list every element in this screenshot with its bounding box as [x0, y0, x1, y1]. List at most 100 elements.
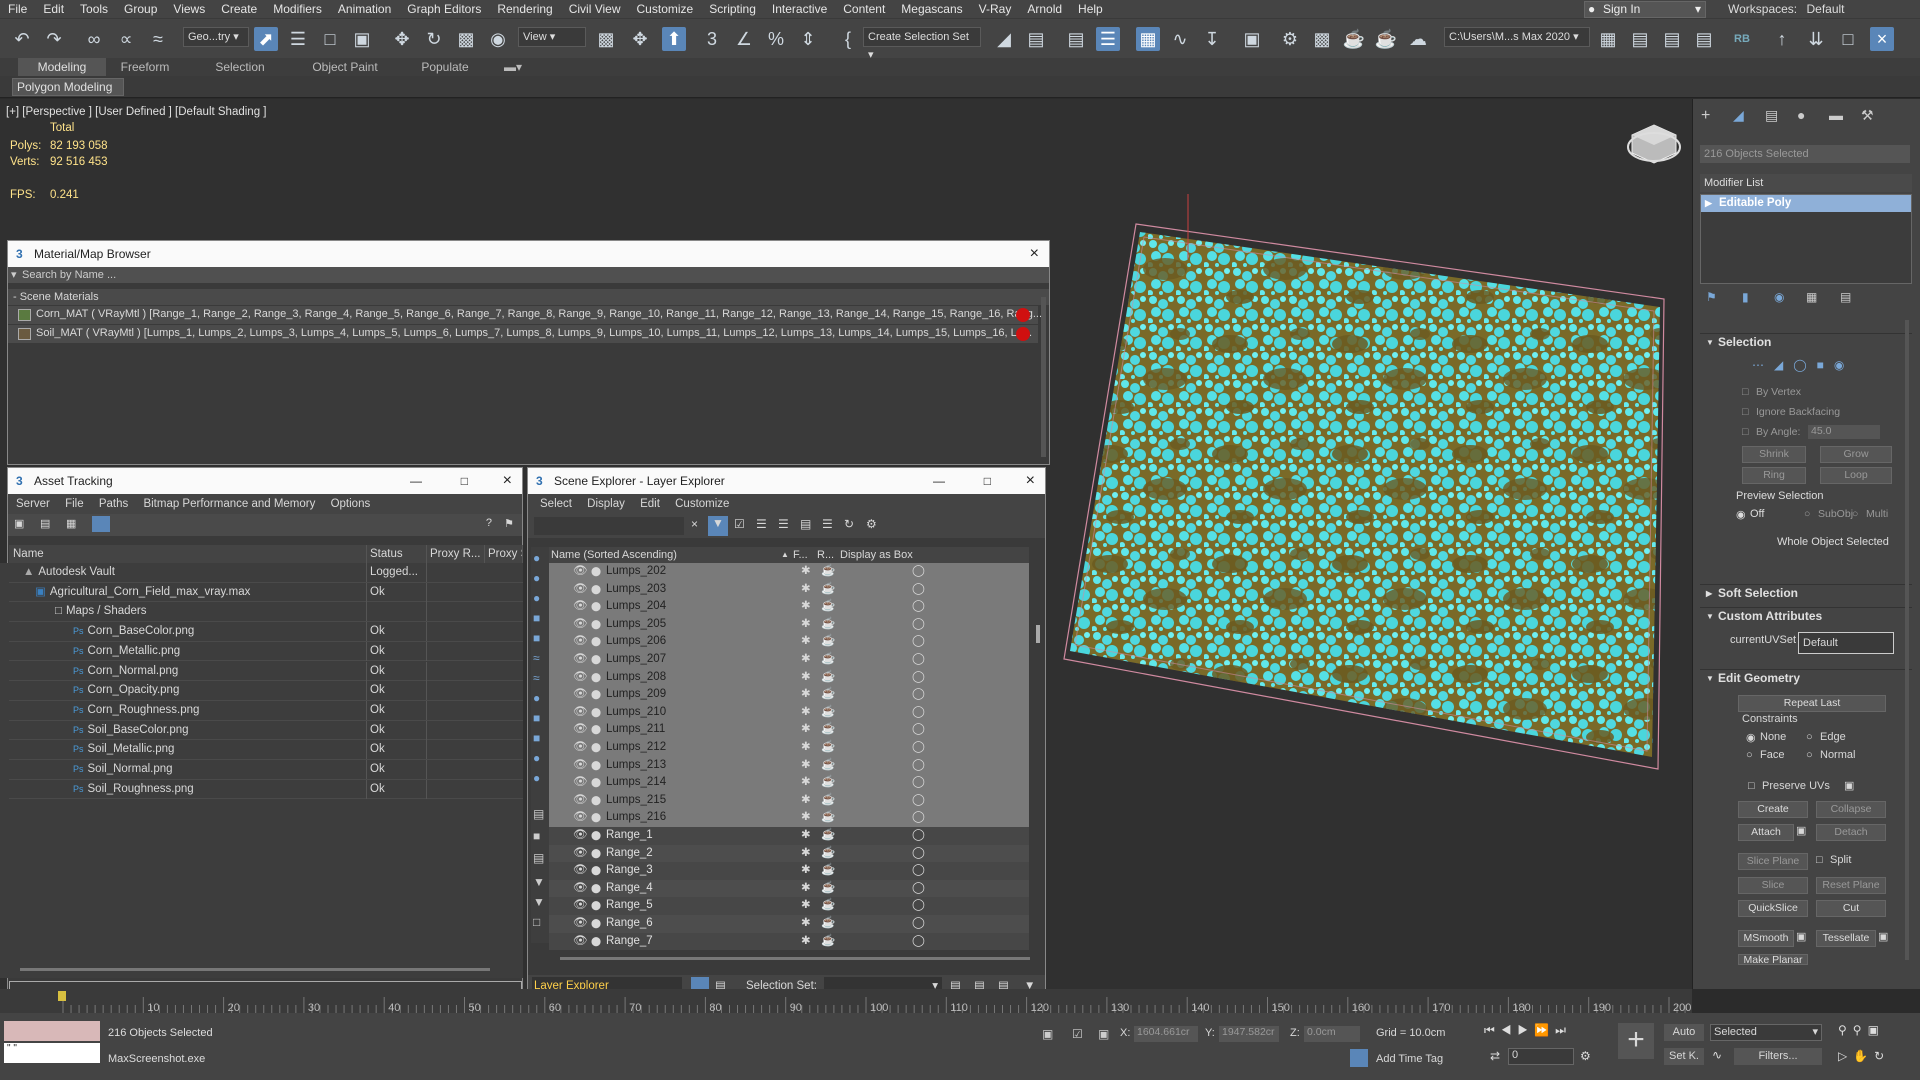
move-icon[interactable]: ✥ — [390, 27, 414, 51]
renderable-icon[interactable]: ☕ — [821, 704, 835, 722]
minimize-icon[interactable]: — — [410, 468, 422, 494]
redo-icon[interactable]: ↷ — [42, 27, 66, 51]
placement-icon[interactable]: ◉ — [486, 27, 510, 51]
shrink-button[interactable]: Shrink — [1742, 446, 1806, 463]
attach-button[interactable]: Attach — [1738, 824, 1794, 841]
key-tangent-icon[interactable]: ∿ — [1712, 1048, 1722, 1062]
freeze-icon[interactable]: ✱ — [801, 897, 811, 915]
display-as-box-icon[interactable]: ◯ — [912, 880, 925, 898]
configure-modifier-sets-icon[interactable]: ▤ — [1840, 290, 1851, 304]
visibility-eye-icon[interactable]: 👁 — [573, 686, 588, 704]
display-as-box-icon[interactable]: ◯ — [912, 581, 925, 599]
freeze-icon[interactable]: ✱ — [801, 739, 811, 757]
select-manipulate-icon[interactable]: ✥ — [628, 27, 652, 51]
display-geometry-icon[interactable]: ● — [533, 571, 540, 585]
layers-icon[interactable]: ☰ — [778, 517, 789, 531]
visibility-eye-icon[interactable]: 👁 — [573, 827, 588, 845]
rollout-soft-selection[interactable]: ▶ Soft Selection — [1700, 584, 1912, 601]
menu-server[interactable]: Server — [16, 498, 50, 510]
menu-paths[interactable]: Paths — [99, 498, 128, 510]
scene-object-row[interactable]: 👁 ⬤ Range_1 ✱ ☕ ◯ — [549, 827, 1029, 845]
freeze-icon[interactable]: ✱ — [801, 774, 811, 792]
select-all-icon[interactable]: □ — [533, 915, 540, 929]
sync-icon[interactable]: ↻ — [844, 517, 854, 531]
renderable-icon[interactable]: ☕ — [821, 633, 835, 651]
modifier-editable-poly[interactable]: ▶ Editable Poly — [1701, 195, 1911, 212]
close-icon[interactable]: × — [1026, 468, 1035, 494]
visibility-eye-icon[interactable]: 👁 — [573, 809, 588, 827]
by-vertex-checkbox[interactable]: □ By Vertex — [1742, 386, 1801, 398]
schematic-view-icon[interactable]: ↧ — [1200, 27, 1224, 51]
preview-off-radio[interactable]: ◉ Off — [1736, 508, 1764, 521]
viewport-label[interactable]: [+] [Perspective ] [User Defined ] [Defa… — [6, 106, 266, 118]
reference-coordinate-dropdown[interactable]: View ▾ — [518, 27, 586, 47]
display-as-box-icon[interactable]: ◯ — [912, 827, 925, 845]
current-frame-field[interactable]: 0 — [1508, 1048, 1574, 1065]
create-project-icon[interactable]: ▤ — [1692, 27, 1716, 51]
tessellate-settings-icon[interactable]: ▣ — [1878, 930, 1888, 943]
menu-scripting[interactable]: Scripting — [701, 2, 764, 16]
rollout-custom-attributes[interactable]: ▼ Custom Attributes — [1700, 607, 1912, 624]
window-crossing-icon[interactable]: ▣ — [350, 27, 374, 51]
table-row[interactable]: Ps Corn_Metallic.png Ok — [9, 641, 523, 662]
column-display-as-box[interactable]: Display as Box — [840, 547, 913, 563]
freeze-icon[interactable]: ✱ — [801, 598, 811, 616]
pin-icon[interactable]: ⚑ — [504, 517, 514, 530]
x-coordinate-field[interactable]: 1604.661cr — [1134, 1026, 1198, 1042]
render-cloud-icon[interactable]: ☁ — [1406, 27, 1430, 51]
freeze-icon[interactable]: ✱ — [801, 669, 811, 687]
constraint-normal-radio[interactable]: ○ Normal — [1806, 749, 1855, 761]
constraint-none-radio[interactable]: ◉ None — [1746, 731, 1786, 744]
rollout-selection[interactable]: ▼ Selection — [1700, 333, 1912, 350]
scrollbar[interactable] — [1041, 297, 1046, 457]
freeze-icon[interactable]: ✱ — [801, 633, 811, 651]
freeze-icon[interactable]: ✱ — [801, 757, 811, 775]
menu-file[interactable]: File — [0, 2, 35, 16]
key-mode-icon[interactable]: ⇄ — [1490, 1049, 1500, 1063]
display-as-box-icon[interactable]: ◯ — [912, 845, 925, 863]
auto-key-button[interactable]: Auto — [1664, 1024, 1704, 1041]
menu-vray[interactable]: V-Ray — [971, 2, 1020, 16]
menu-customize[interactable]: Customize — [675, 498, 729, 510]
undo-icon[interactable]: ↶ — [10, 27, 34, 51]
renderable-icon[interactable]: ☕ — [821, 809, 835, 827]
rectangular-selection-icon[interactable]: □ — [318, 27, 342, 51]
visibility-eye-icon[interactable]: 👁 — [573, 774, 588, 792]
scene-object-row[interactable]: 👁 ⬤ Range_7 ✱ ☕ ◯ — [549, 932, 1029, 951]
renderable-icon[interactable]: ☕ — [821, 757, 835, 775]
set-key-mode-button[interactable]: Set K. — [1664, 1048, 1704, 1065]
visibility-eye-icon[interactable]: 👁 — [573, 616, 588, 634]
menu-rendering[interactable]: Rendering — [489, 2, 560, 16]
visibility-eye-icon[interactable]: 👁 — [573, 581, 588, 599]
freeze-icon[interactable]: ✱ — [801, 862, 811, 880]
renderable-icon[interactable]: ☕ — [821, 862, 835, 880]
renderable-icon[interactable]: ☕ — [821, 774, 835, 792]
timeline[interactable]: 10 20 30 40 50 60 70 80 90 100 110 120 130 140 150 160 1… — [0, 989, 1692, 1013]
visibility-eye-icon[interactable]: 👁 — [573, 598, 588, 616]
freeze-icon[interactable]: ✱ — [801, 880, 811, 898]
renderable-icon[interactable]: ☕ — [821, 845, 835, 863]
display-lights-icon[interactable]: ■ — [533, 611, 540, 625]
funnel-alt-icon[interactable]: ▼ — [533, 895, 545, 909]
menu-bitmap-performance[interactable]: Bitmap Performance and Memory — [143, 498, 315, 510]
renderable-icon[interactable]: ☕ — [821, 880, 835, 898]
viewport-nav-icons-bottom[interactable]: ▷✋↻ — [1838, 1049, 1890, 1063]
keyboard-shortcut-override-icon[interactable]: ⬆ — [662, 27, 686, 51]
clear-find-icon[interactable]: × — [691, 517, 698, 531]
time-tag-icon[interactable] — [1350, 1049, 1368, 1067]
scene-object-row[interactable]: 👁 ⬤ Lumps_207 ✱ ☕ ◯ — [549, 651, 1029, 669]
repeat-last-button[interactable]: Repeat Last — [1738, 695, 1886, 712]
freeze-icon[interactable]: ✱ — [801, 651, 811, 669]
material-browser-titlebar[interactable]: 3 Material/Map Browser × — [8, 241, 1049, 267]
renderable-icon[interactable]: ☕ — [821, 651, 835, 669]
renderable-icon[interactable]: ☕ — [821, 721, 835, 739]
list-item[interactable]: Corn_MAT ( VRayMtl ) [Range_1, Range_2, … — [8, 306, 1042, 324]
visibility-eye-icon[interactable]: 👁 — [573, 739, 588, 757]
tab-object-paint[interactable]: Object Paint — [300, 58, 390, 76]
menu-edit[interactable]: Edit — [35, 2, 72, 16]
renderable-icon[interactable]: ☕ — [821, 686, 835, 704]
visibility-eye-icon[interactable]: 👁 — [573, 651, 588, 669]
display-as-box-icon[interactable]: ◯ — [912, 563, 925, 581]
renderable-icon[interactable]: ☕ — [821, 915, 835, 933]
menu-modifiers[interactable]: Modifiers — [265, 2, 330, 16]
